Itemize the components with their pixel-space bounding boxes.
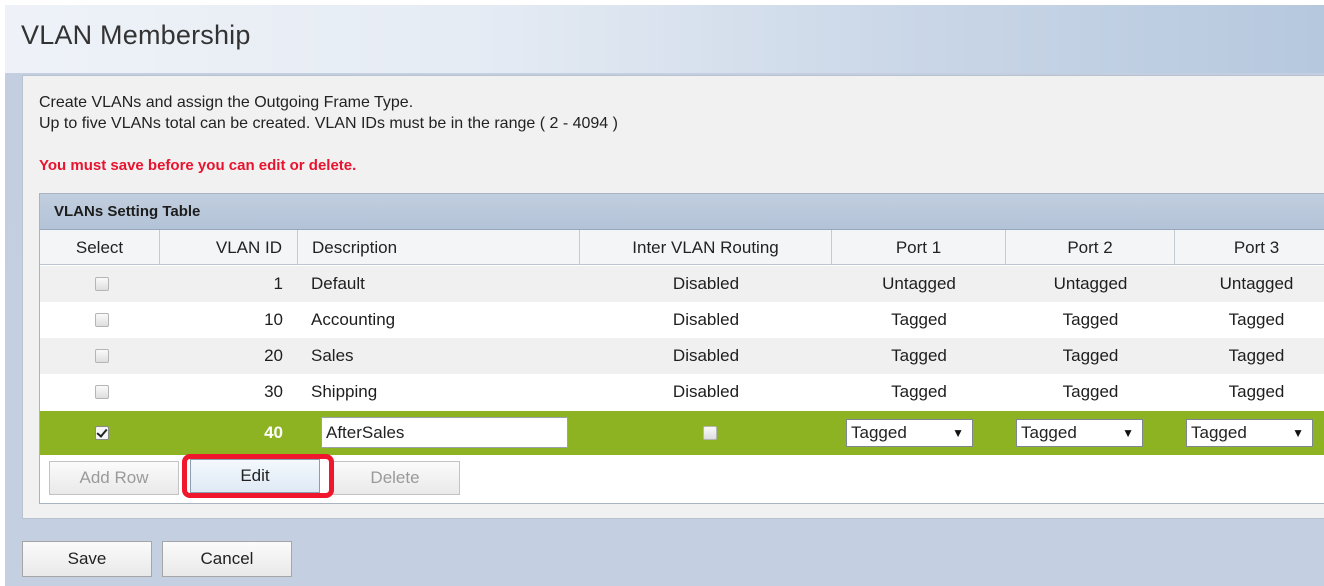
cancel-button[interactable]: Cancel [162, 541, 292, 577]
row-select-checkbox[interactable] [95, 385, 109, 399]
header-select: Select [40, 230, 160, 265]
port-1-select-value: Tagged [851, 423, 907, 442]
dropdown-arrow-icon: ▼ [1122, 426, 1134, 440]
save-warning: You must save before you can edit or del… [39, 157, 357, 174]
table-header-row: Select VLAN ID Description Inter VLAN Ro… [40, 230, 1324, 265]
page-title: VLAN Membership [21, 20, 251, 50]
intro-text-1: Create VLANs and assign the Outgoing Fra… [39, 94, 414, 111]
header-description: Description [298, 230, 580, 265]
add-row-button[interactable]: Add Row [49, 461, 179, 495]
port-3-select-value: Tagged [1191, 423, 1247, 442]
port-2-select-value: Tagged [1021, 423, 1077, 442]
table-row: 30 Shipping Disabled Tagged Tagged Tagge… [40, 374, 1324, 410]
dropdown-arrow-icon: ▼ [1292, 426, 1304, 440]
port-1-select[interactable]: Tagged ▼ [846, 419, 973, 447]
port-1-value: Tagged [891, 310, 947, 329]
header-vlan-id: VLAN ID [160, 230, 298, 265]
inter-vlan-routing: Disabled [672, 382, 740, 401]
port-1-value: Tagged [891, 382, 947, 401]
vlan-id: 40 [264, 423, 283, 442]
header-port-3: Port 3 [1233, 238, 1280, 257]
port-3-value: Tagged [1228, 382, 1285, 401]
edit-button-highlight [182, 454, 334, 498]
port-3-value: Untagged [1219, 274, 1294, 293]
port-2-value: Untagged [1053, 274, 1128, 293]
port-2-select[interactable]: Tagged ▼ [1016, 419, 1143, 447]
vlan-id: 1 [273, 274, 283, 293]
port-3-select[interactable]: Tagged ▼ [1186, 419, 1313, 447]
save-button[interactable]: Save [22, 541, 152, 577]
intro-text-2: Up to five VLANs total can be created. V… [39, 115, 618, 132]
port-2-value: Tagged [1062, 382, 1119, 401]
port-1-value: Tagged [891, 346, 947, 365]
vlan-description: Default [311, 274, 365, 293]
port-3-value: Tagged [1228, 310, 1285, 329]
port-1-value: Untagged [882, 274, 956, 293]
table-row: 1 Default Disabled Untagged Untagged Unt… [40, 266, 1324, 302]
inter-vlan-routing-checkbox[interactable] [703, 426, 717, 440]
vlan-id: 10 [264, 310, 283, 329]
row-select-checkbox[interactable] [95, 277, 109, 291]
vlan-id: 20 [264, 346, 283, 365]
header-port-1: Port 1 [832, 230, 1006, 265]
header-inter-vlan-routing: Inter VLAN Routing [580, 230, 832, 265]
vlan-description: Accounting [311, 310, 396, 329]
header-port-2: Port 2 [1006, 230, 1175, 265]
table-row: 10 Accounting Disabled Tagged Tagged Tag… [40, 302, 1324, 338]
vlan-description: Sales [311, 346, 354, 365]
table-caption: VLANs Setting Table [40, 194, 1324, 230]
table-caption-text: VLANs Setting Table [54, 203, 201, 220]
inter-vlan-routing: Disabled [672, 310, 740, 329]
dropdown-arrow-icon: ▼ [952, 426, 964, 440]
port-2-value: Tagged [1062, 346, 1119, 365]
description-input[interactable]: AfterSales [321, 417, 568, 448]
row-select-checkbox-checked[interactable] [95, 426, 109, 440]
row-select-checkbox[interactable] [95, 313, 109, 327]
port-2-value: Tagged [1062, 310, 1119, 329]
inter-vlan-routing: Disabled [672, 346, 740, 365]
vlan-id: 30 [264, 382, 283, 401]
port-3-value: Tagged [1228, 346, 1285, 365]
row-select-checkbox[interactable] [95, 349, 109, 363]
vlan-description: Shipping [311, 382, 378, 401]
table-row: 20 Sales Disabled Tagged Tagged Tagged [40, 338, 1324, 374]
delete-button[interactable]: Delete [330, 461, 460, 495]
inter-vlan-routing: Disabled [672, 274, 740, 293]
